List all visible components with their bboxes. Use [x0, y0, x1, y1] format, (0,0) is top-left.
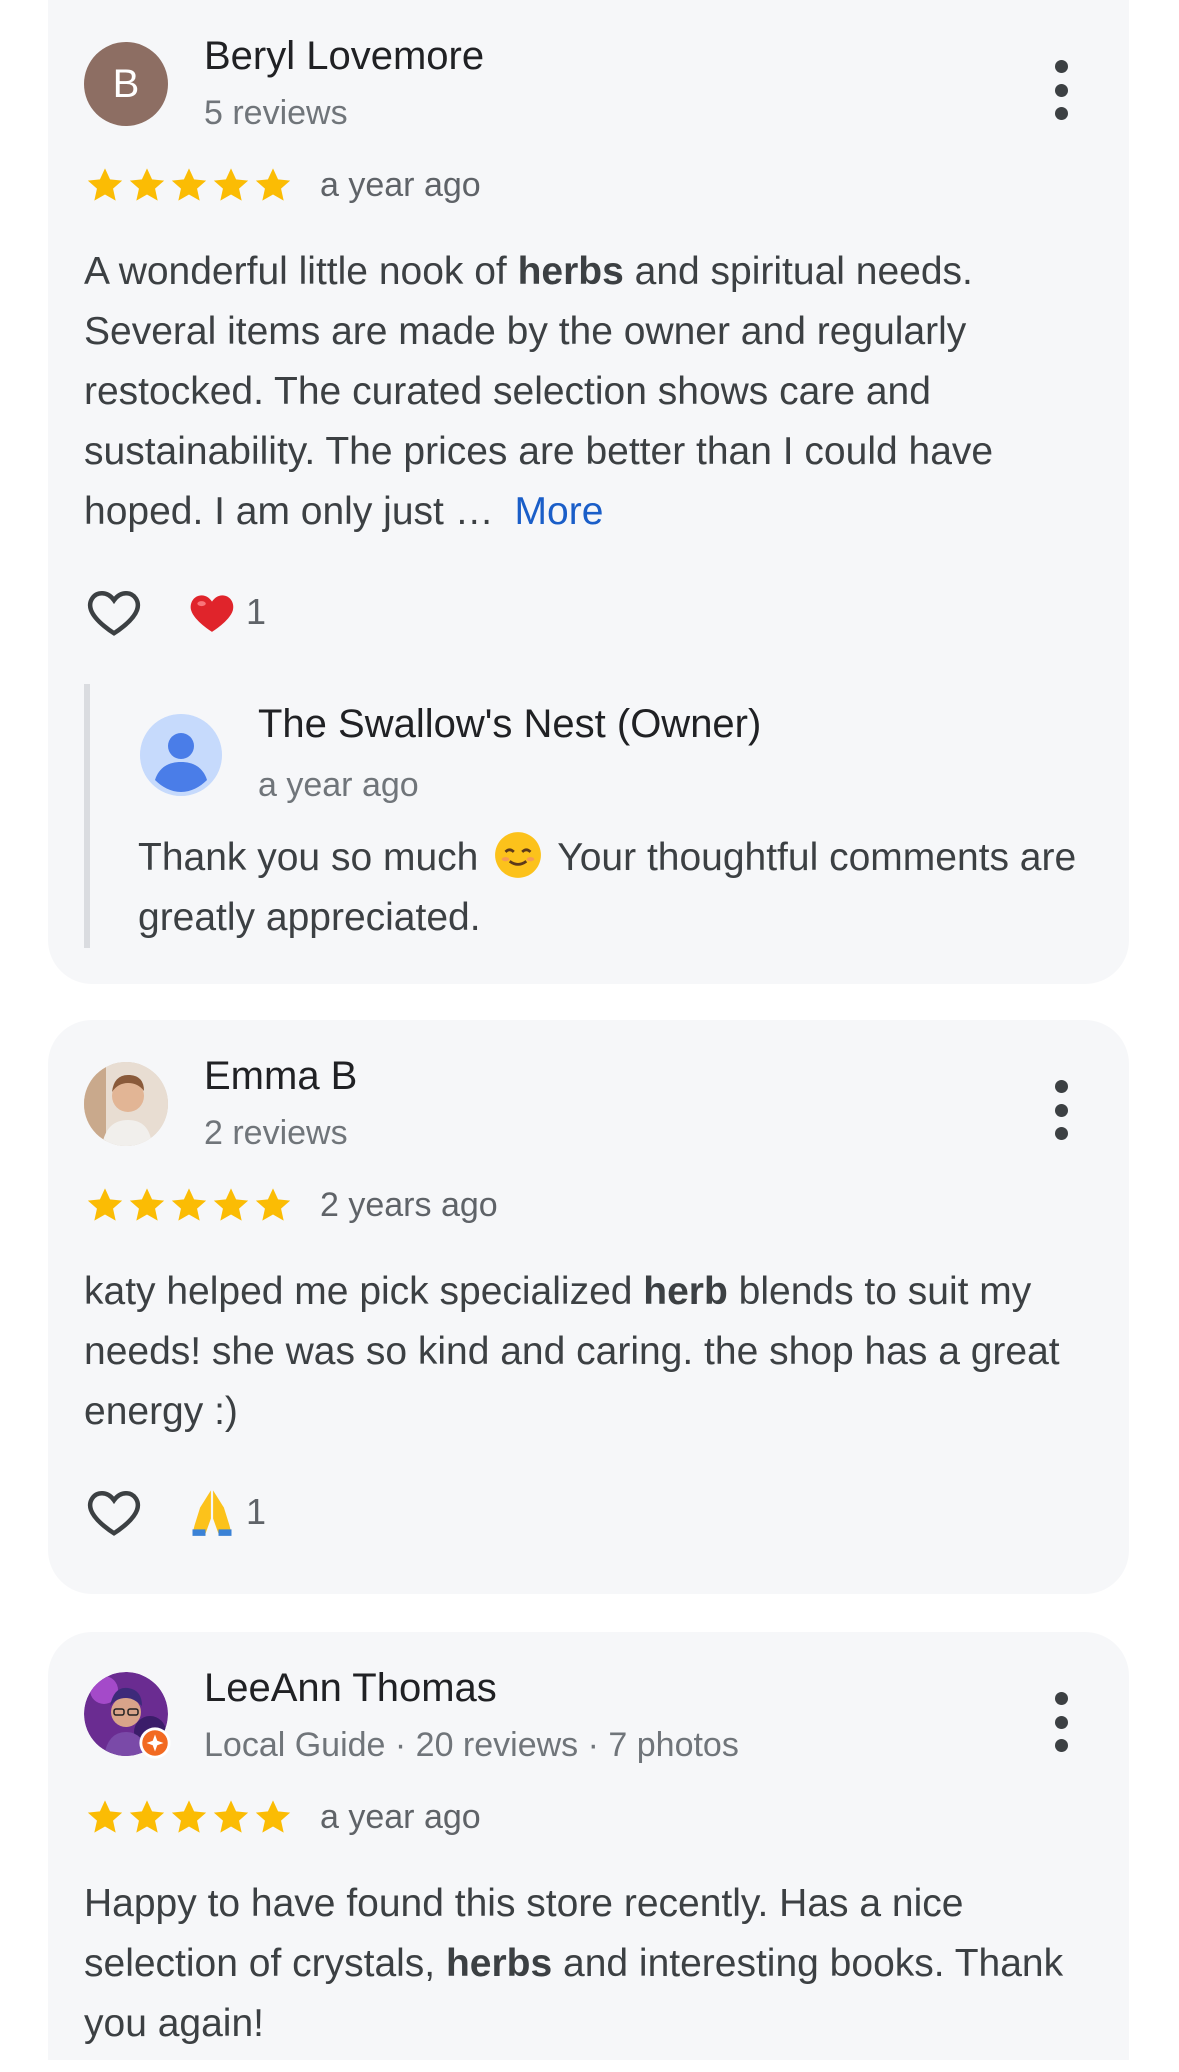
star-icon: [171, 1188, 207, 1221]
review-text-part: A wonderful little nook of: [84, 250, 518, 293]
heart-emoji-icon[interactable]: [186, 586, 238, 638]
profile-photo-icon: [84, 1062, 168, 1146]
reviewer-subtitle[interactable]: Local Guide · 20 reviews · 7 photos: [204, 1726, 739, 1765]
rating-row: 2 years ago: [84, 1183, 498, 1227]
review-time: a year ago: [320, 165, 481, 204]
star-rating: [84, 1796, 294, 1838]
star-icon: [129, 168, 165, 201]
avatar[interactable]: B: [84, 42, 168, 126]
avatar-letter: B: [112, 61, 140, 106]
star-icon: [213, 1800, 249, 1833]
reviewer-name[interactable]: LeeAnn Thomas: [204, 1666, 497, 1711]
owner-name[interactable]: The Swallow's Nest (Owner): [258, 702, 761, 747]
review-text[interactable]: katy helped me pick specialized herb ble…: [84, 1262, 1094, 1442]
review-card: LeeAnn Thomas Local Guide · 20 reviews ·…: [48, 1632, 1129, 2072]
star-icon: [213, 168, 249, 201]
smiling-face-emoji-icon: [495, 832, 542, 878]
more-options-icon[interactable]: [1049, 60, 1073, 120]
reviewer-subtitle[interactable]: 5 reviews: [204, 94, 348, 133]
more-link[interactable]: More: [515, 490, 604, 533]
reviewer-name[interactable]: Beryl Lovemore: [204, 34, 484, 79]
rating-row: a year ago: [84, 1795, 481, 1839]
person-icon: [140, 714, 222, 796]
owner-reply: The Swallow's Nest (Owner) a year ago Th…: [84, 684, 1094, 948]
star-rating: [84, 164, 294, 206]
owner-reply-time: a year ago: [258, 766, 419, 804]
star-rating: [84, 1184, 294, 1226]
avatar[interactable]: [84, 1062, 168, 1146]
rating-row: a year ago: [84, 163, 481, 207]
review-text-part: katy helped me pick specialized: [84, 1270, 644, 1313]
like-heart-icon[interactable]: [84, 1482, 144, 1542]
owner-reply-text: Thank you so much Your thoughtful commen…: [138, 828, 1098, 948]
review-card: Emma B 2 reviews 2 years ago katy helped…: [48, 1020, 1129, 1594]
review-text-highlight: herbs: [445, 1942, 553, 1985]
local-guide-badge-icon: [139, 1727, 171, 1759]
reaction-row: 1: [84, 582, 266, 642]
more-options-icon[interactable]: [1049, 1692, 1073, 1752]
star-icon: [213, 1188, 249, 1221]
review-text[interactable]: Happy to have found this store recently.…: [84, 1874, 1094, 2054]
star-icon: [129, 1188, 165, 1221]
bottom-edge: [0, 2060, 1179, 2072]
star-icon: [87, 168, 123, 201]
star-icon: [255, 168, 291, 201]
star-icon: [255, 1188, 291, 1221]
star-icon: [171, 1800, 207, 1833]
review-time: a year ago: [320, 1797, 481, 1836]
reaction-count: 1: [246, 1491, 267, 1532]
review-text-highlight: herbs: [517, 250, 624, 293]
reaction-count: 1: [246, 591, 267, 632]
review-text[interactable]: A wonderful little nook of herbs and spi…: [84, 242, 1094, 542]
star-icon: [87, 1188, 123, 1221]
review-time: 2 years ago: [320, 1185, 498, 1224]
star-icon: [129, 1800, 165, 1833]
reaction-row: 1: [84, 1482, 266, 1542]
more-options-icon[interactable]: [1049, 1080, 1073, 1140]
star-icon: [87, 1800, 123, 1833]
review-card: B Beryl Lovemore 5 reviews a year ago A …: [48, 0, 1129, 984]
like-heart-icon[interactable]: [84, 582, 144, 642]
reviewer-name[interactable]: Emma B: [204, 1054, 357, 1099]
star-icon: [171, 168, 207, 201]
avatar[interactable]: [84, 1672, 171, 1759]
star-icon: [255, 1800, 291, 1833]
owner-avatar[interactable]: [140, 714, 222, 796]
owner-reply-text-part: Thank you so much: [138, 836, 490, 879]
review-text-highlight: herb: [643, 1270, 728, 1313]
folded-hands-emoji-icon[interactable]: [186, 1486, 238, 1538]
reviewer-subtitle[interactable]: 2 reviews: [204, 1114, 348, 1153]
